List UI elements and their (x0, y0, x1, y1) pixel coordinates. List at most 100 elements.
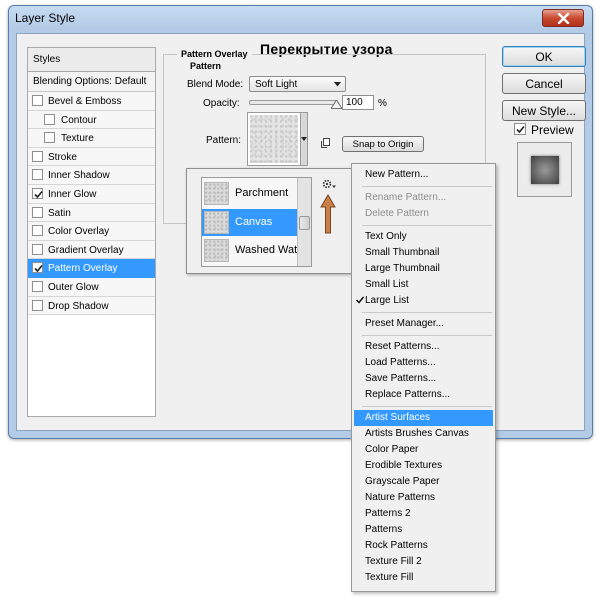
new-preset-icon[interactable] (321, 137, 332, 148)
style-item-inner-shadow[interactable]: Inner Shadow (28, 166, 155, 185)
pattern-label: Pattern: (206, 135, 242, 146)
style-item-label: Outer Glow (48, 281, 99, 293)
pattern-picker-list: Parchment Canvas Washed Wate (201, 177, 312, 267)
menu-item-nature-patterns[interactable]: Nature Patterns (354, 490, 493, 506)
style-item-stroke[interactable]: Stroke (28, 147, 155, 167)
opacity-input[interactable]: 100 (342, 95, 374, 110)
menu-item-artists-brushes-canvas[interactable]: Artists Brushes Canvas (354, 426, 493, 442)
menu-item-new-pattern[interactable]: New Pattern... (354, 167, 493, 183)
style-item-gradient-overlay[interactable]: Gradient Overlay (28, 240, 155, 260)
style-item-label: Inner Glow (48, 188, 97, 200)
style-item-label: Gradient Overlay (48, 244, 124, 256)
menu-item-label: Text Only (365, 231, 407, 242)
menu-item-label: Erodible Textures (365, 460, 443, 471)
menu-item-label: Small Thumbnail (365, 247, 440, 258)
style-checkbox[interactable] (44, 132, 55, 144)
style-checkbox[interactable] (32, 150, 43, 162)
style-item-satin[interactable]: Satin (28, 203, 155, 223)
preview-checkbox[interactable] (514, 123, 526, 135)
pattern-dropdown-button[interactable] (301, 112, 308, 166)
style-checkbox[interactable] (44, 113, 55, 125)
pattern-item-washed-wate[interactable]: Washed Wate (202, 237, 303, 264)
menu-item-replace-patterns[interactable]: Replace Patterns... (354, 387, 493, 403)
style-item-color-overlay[interactable]: Color Overlay (28, 222, 155, 241)
window-title: Layer Style (15, 11, 76, 25)
menu-item-texture-fill[interactable]: Texture Fill (354, 570, 493, 586)
opacity-slider-track[interactable] (249, 100, 337, 105)
style-items: Bevel & Emboss Contour Texture Stroke Inner … (28, 92, 155, 316)
menu-item-reset-patterns[interactable]: Reset Patterns... (354, 339, 493, 355)
menu-item-rock-patterns[interactable]: Rock Patterns (354, 538, 493, 554)
pattern-thumbnail (204, 210, 229, 234)
menu-item-text-only[interactable]: Text Only (354, 229, 493, 245)
menu-item-patterns-2[interactable]: Patterns 2 (354, 506, 493, 522)
menu-item-large-thumbnail[interactable]: Large Thumbnail (354, 261, 493, 277)
style-checkbox[interactable] (32, 187, 43, 199)
menu-item-grayscale-paper[interactable]: Grayscale Paper (354, 474, 493, 490)
title-bar[interactable]: Layer Style (9, 6, 592, 32)
menu-item-color-paper[interactable]: Color Paper (354, 442, 493, 458)
pattern-item-canvas[interactable]: Canvas (202, 208, 298, 236)
menu-item-preset-manager[interactable]: Preset Manager... (354, 316, 493, 332)
menu-item-label: Patterns (365, 524, 403, 535)
style-item-inner-glow[interactable]: Inner Glow (28, 184, 155, 204)
styles-list: Styles Blending Options: Default Bevel &… (27, 47, 156, 417)
menu-item-label: Replace Patterns... (365, 389, 451, 400)
menu-item-texture-fill-2[interactable]: Texture Fill 2 (354, 554, 493, 570)
styles-header[interactable]: Styles (28, 48, 155, 72)
menu-item-label: New Pattern... (365, 169, 429, 180)
style-checkbox[interactable] (32, 169, 43, 181)
picker-scroll-thumb[interactable] (299, 216, 310, 230)
ok-button[interactable]: OK (502, 46, 586, 67)
menu-item-small-thumbnail[interactable]: Small Thumbnail (354, 245, 493, 261)
menu-item-label: Artist Surfaces (365, 412, 431, 423)
style-checkbox[interactable] (32, 206, 43, 218)
blending-options-default[interactable]: Blending Options: Default (28, 72, 155, 92)
style-checkbox[interactable] (32, 243, 43, 255)
preview-label: Preview (531, 123, 574, 137)
menu-item-erodible-textures[interactable]: Erodible Textures (354, 458, 493, 474)
menu-item-large-list[interactable]: Large List (354, 293, 493, 309)
menu-item-load-patterns[interactable]: Load Patterns... (354, 355, 493, 371)
style-item-texture[interactable]: Texture (28, 129, 155, 148)
pattern-item-name: Washed Wate (235, 244, 304, 256)
menu-item-label: Texture Fill 2 (365, 556, 422, 567)
menu-item-artist-surfaces[interactable]: Artist Surfaces (354, 410, 493, 426)
style-item-label: Satin (48, 207, 71, 219)
pattern-item-name: Canvas (235, 215, 273, 228)
style-item-label: Stroke (48, 151, 77, 163)
style-item-outer-glow[interactable]: Outer Glow (28, 277, 155, 297)
opacity-slider-thumb[interactable] (331, 100, 342, 109)
style-item-label: Bevel & Emboss (48, 96, 122, 107)
style-checkbox[interactable] (32, 262, 43, 274)
preview-square (531, 156, 559, 184)
pattern-item-parchment[interactable]: Parchment (202, 180, 298, 207)
style-checkbox[interactable] (32, 225, 43, 237)
style-item-drop-shadow[interactable]: Drop Shadow (28, 296, 155, 316)
close-button[interactable] (542, 9, 584, 27)
menu-item-patterns[interactable]: Patterns (354, 522, 493, 538)
menu-separator (362, 312, 492, 313)
picker-scrollbar[interactable] (297, 178, 311, 266)
cancel-button[interactable]: Cancel (502, 73, 586, 94)
style-item-label: Inner Shadow (48, 170, 110, 182)
preview-thumbnail (517, 142, 572, 197)
style-item-bevel-and-emboss[interactable]: Bevel & Emboss (28, 92, 155, 111)
snap-to-origin-button[interactable]: Snap to Origin (342, 136, 424, 152)
style-item-label: Color Overlay (48, 226, 110, 238)
menu-item-small-list[interactable]: Small List (354, 277, 493, 293)
new-style-button[interactable]: New Style... (502, 100, 586, 121)
opacity-label: Opacity: (203, 98, 240, 109)
style-item-contour[interactable]: Contour (28, 110, 155, 130)
pattern-swatch[interactable] (247, 112, 301, 166)
gear-icon[interactable] (322, 179, 337, 190)
style-checkbox[interactable] (32, 299, 43, 311)
style-checkbox[interactable] (32, 280, 43, 292)
menu-separator (362, 186, 492, 187)
menu-item-label: Color Paper (365, 444, 419, 455)
menu-item-label: Nature Patterns (365, 492, 436, 503)
style-checkbox[interactable] (32, 95, 43, 106)
blend-mode-select[interactable]: Soft Light (249, 76, 346, 92)
style-item-pattern-overlay[interactable]: Pattern Overlay (28, 259, 155, 278)
menu-item-save-patterns[interactable]: Save Patterns... (354, 371, 493, 387)
